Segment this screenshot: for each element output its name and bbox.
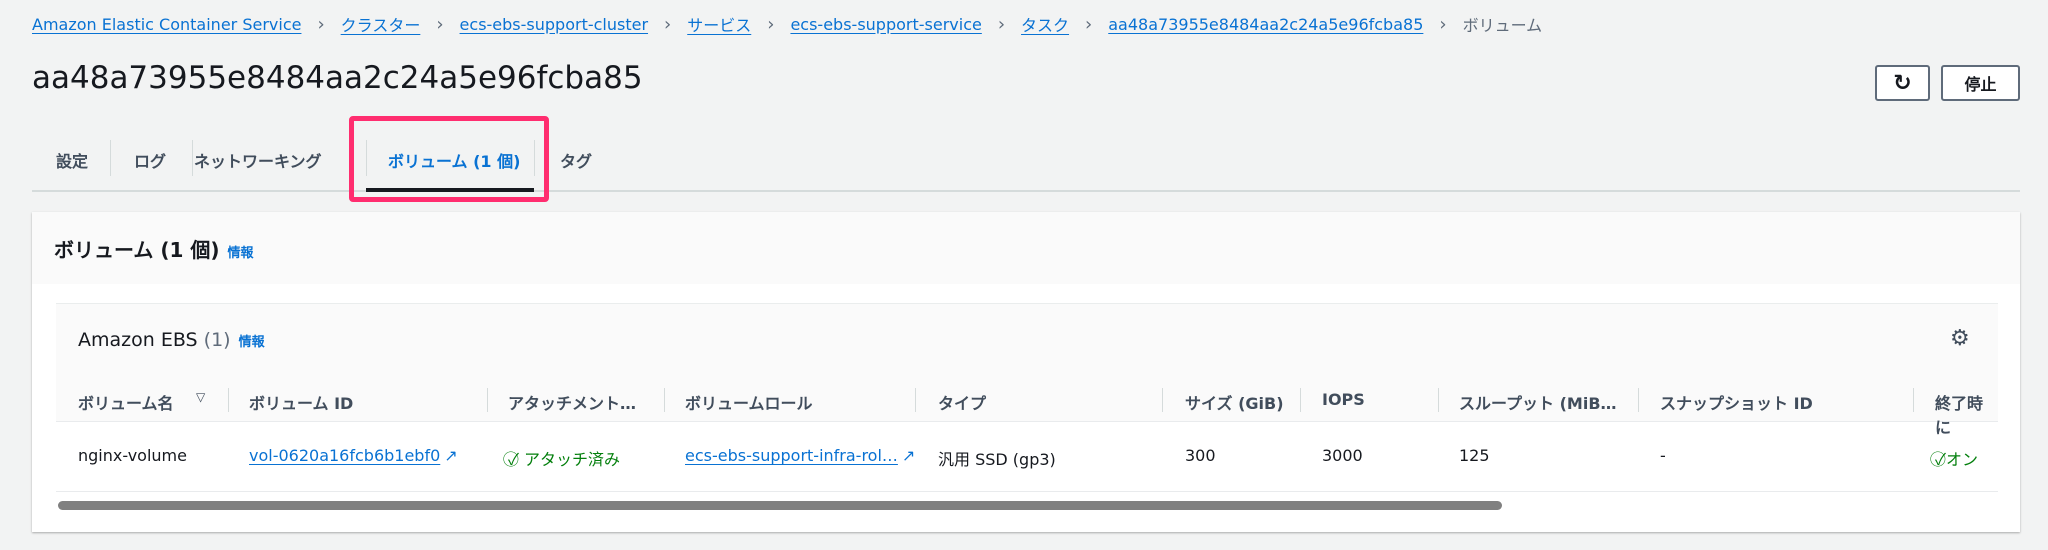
breadcrumb-clusters[interactable]: クラスター xyxy=(341,12,421,36)
gear-icon[interactable]: ⚙ xyxy=(1950,326,1970,351)
page-title: aa48a73955e8484aa2c24a5e96fcba85 xyxy=(32,60,643,96)
breadcrumb-service[interactable]: ecs-ebs-support-service xyxy=(790,15,981,34)
chevron-right-icon: › xyxy=(1439,13,1447,35)
sort-down-icon[interactable]: ▽ xyxy=(196,390,205,404)
cell-throughput: 125 xyxy=(1459,446,1490,465)
table-header: ボリューム名 ▽ ボリューム ID アタッチメント… ボリュームロール タイプ … xyxy=(56,378,1998,437)
cell-volume-name: nginx-volume xyxy=(78,446,187,465)
col-volume-id[interactable]: ボリューム ID xyxy=(249,390,353,414)
chevron-right-icon: › xyxy=(1085,13,1093,35)
cell-delete-on-termination: オン xyxy=(1945,450,1978,469)
tab-networking[interactable]: ネットワーキング xyxy=(194,148,322,172)
chevron-right-icon: › xyxy=(436,13,444,35)
table-row: nginx-volume vol-0620a16fcb6b1ebf0 ↗ ✓⃝ ア… xyxy=(56,422,1998,492)
chevron-right-icon: › xyxy=(997,13,1006,35)
highlight-box xyxy=(349,116,549,202)
volumes-panel: ボリューム (1 個) 情報 Amazon EBS (1) 情報 ⚙ ボリューム名 … xyxy=(32,212,2020,532)
col-volume-role[interactable]: ボリュームロール xyxy=(685,390,813,414)
horizontal-scrollbar[interactable] xyxy=(58,501,1502,510)
breadcrumb-task[interactable]: aa48a73955e8484aa2c24a5e96fcba85 xyxy=(1108,15,1423,34)
info-link[interactable]: 情報 xyxy=(239,335,265,350)
breadcrumb: Amazon Elastic Container Service › クラスター ›… xyxy=(32,12,1542,36)
breadcrumb-ecs[interactable]: Amazon Elastic Container Service xyxy=(32,15,301,34)
breadcrumb-services[interactable]: サービス xyxy=(687,12,751,36)
tab-tags[interactable]: タグ xyxy=(560,148,592,172)
col-snapshot-id[interactable]: スナップショット ID xyxy=(1660,390,1813,414)
col-attachment[interactable]: アタッチメント… xyxy=(508,390,636,414)
ebs-table: Amazon EBS (1) 情報 ⚙ ボリューム名 ▽ ボリューム ID アタッ… xyxy=(56,303,1998,515)
breadcrumb-cluster[interactable]: ecs-ebs-support-cluster xyxy=(460,15,648,34)
chevron-right-icon: › xyxy=(767,13,775,35)
cell-type: 汎用 SSD (gp3) xyxy=(938,450,1056,469)
cell-snapshot: - xyxy=(1660,446,1666,465)
col-volume-name[interactable]: ボリューム名 xyxy=(78,390,174,414)
breadcrumb-current: ボリューム xyxy=(1462,16,1543,35)
col-size[interactable]: サイズ (GiB) xyxy=(1185,390,1284,414)
chevron-right-icon: › xyxy=(317,13,325,35)
breadcrumb-tasks[interactable]: タスク xyxy=(1021,12,1069,36)
volume-id-link[interactable]: vol-0620a16fcb6b1ebf0 xyxy=(249,446,440,465)
refresh-button[interactable]: ↻ xyxy=(1875,65,1930,101)
volume-role-link[interactable]: ecs-ebs-support-infra-rol… xyxy=(685,446,898,465)
cell-attachment: アタッチ済み xyxy=(524,450,621,469)
external-link-icon: ↗ xyxy=(901,446,916,465)
tab-bar: 設定 ログ ネットワーキング ボリューム (1 個) タグ xyxy=(32,140,2020,192)
refresh-icon: ↻ xyxy=(1893,70,1912,96)
col-throughput[interactable]: スループット (MiB… xyxy=(1459,390,1617,414)
cell-size: 300 xyxy=(1185,446,1216,465)
col-type[interactable]: タイプ xyxy=(938,390,986,414)
info-link[interactable]: 情報 xyxy=(228,246,254,261)
tab-logs[interactable]: ログ xyxy=(134,148,166,172)
external-link-icon: ↗ xyxy=(444,446,458,465)
success-check-icon: ✓⃝ xyxy=(1935,450,1946,469)
panel-title: ボリューム (1 個) xyxy=(54,238,220,262)
cell-iops: 3000 xyxy=(1322,446,1363,465)
success-check-icon: ✓⃝ xyxy=(508,450,519,469)
chevron-right-icon: › xyxy=(664,13,672,35)
table-count: (1) xyxy=(203,329,231,351)
tab-settings[interactable]: 設定 xyxy=(56,148,88,172)
stop-button[interactable]: 停止 xyxy=(1941,65,2020,101)
col-iops[interactable]: IOPS xyxy=(1322,390,1365,409)
table-title: Amazon EBS xyxy=(78,329,198,351)
